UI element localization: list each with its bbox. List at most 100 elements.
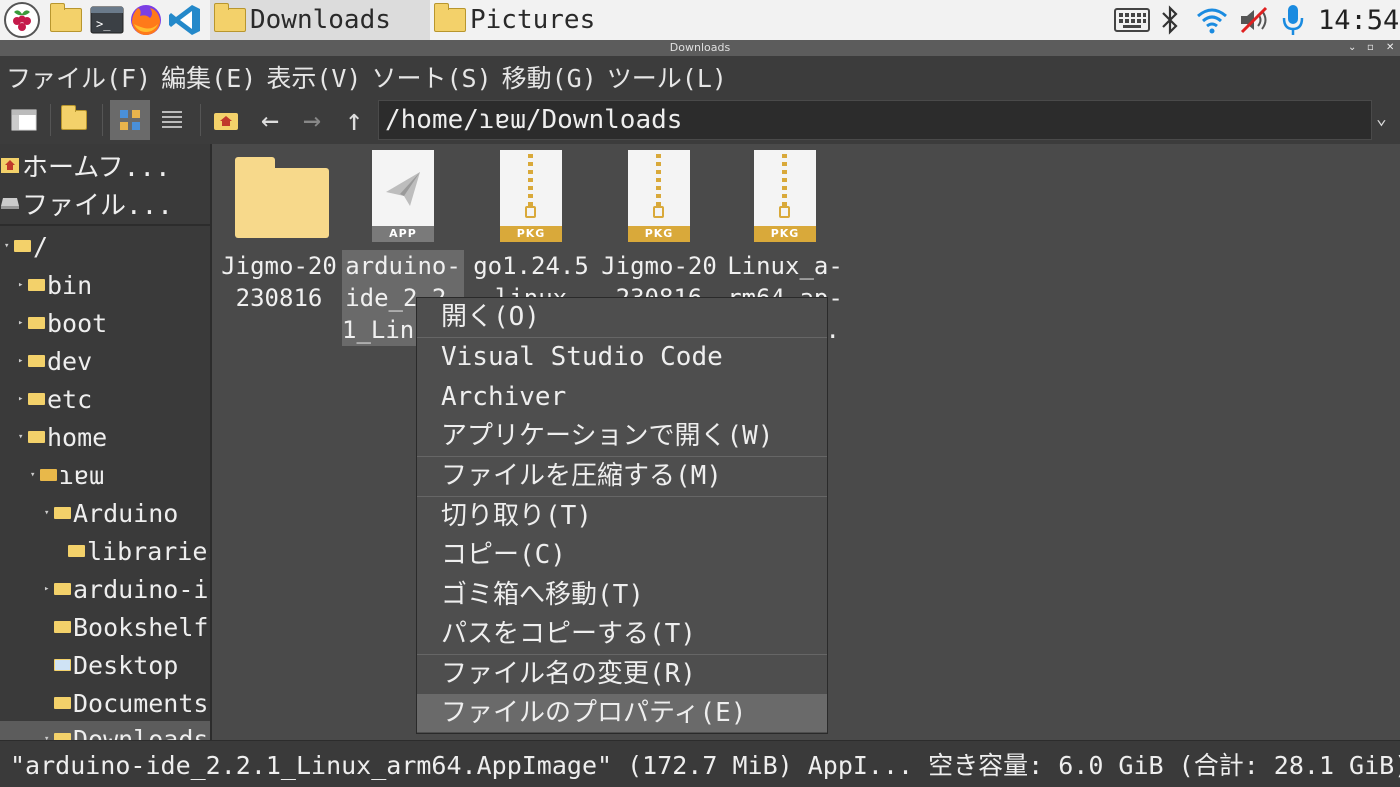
menu-edit[interactable]: 編集(E) [161,59,256,95]
folder-icon [54,507,71,519]
menubar: ファイル(F) 編集(E) 表示(V) ソート(S) 移動(G) ツール(L) [0,56,1400,98]
arrow-up-icon: ↑ [344,102,364,138]
file-manager-launcher[interactable] [50,0,86,40]
tree-item-dev[interactable]: ▸ dev [18,343,92,379]
chevron-down-icon[interactable]: ▾ [18,432,27,442]
tree-label: Documents [73,688,209,718]
ctx-open[interactable]: 開く(O) [417,298,827,336]
new-folder-button[interactable] [56,100,96,140]
path-input[interactable]: /home/ɿɐɯ/Downloads [378,100,1372,140]
keyboard-icon [1114,8,1150,32]
ctx-copy-path[interactable]: パスをコピーする(T) [417,615,827,653]
tree-item-bookshelf[interactable]: Bookshelf [44,609,208,645]
tree-item-documents[interactable]: Documents [44,685,208,721]
ctx-open-archiver[interactable]: Archiver [417,378,827,416]
menu-go[interactable]: 移動(G) [502,59,597,95]
home-folder-icon [40,469,57,481]
raspberry-menu-button[interactable] [4,0,40,40]
clock[interactable]: 14:54 [1318,0,1399,40]
ctx-open-with[interactable]: アプリケーションで開く(W) [417,417,827,455]
maximize-button[interactable]: ▫ [1367,40,1374,56]
ctx-copy[interactable]: コピー(C) [417,536,827,574]
icon-view-button[interactable] [110,100,150,140]
folder-icon [434,3,466,32]
folder-icon [50,3,82,32]
chevron-right-icon[interactable]: ▸ [18,280,27,290]
folder-icon [214,3,246,32]
icon-view-icon [120,110,140,130]
tree-item-libraries[interactable]: libraries [58,533,212,569]
folder-icon [28,317,45,329]
chevron-right-icon[interactable]: ▸ [44,584,53,594]
folder-icon [28,431,45,443]
chevron-right-icon[interactable]: ▸ [18,318,27,328]
desktop-folder-icon [54,659,71,671]
ctx-move-to-trash[interactable]: ゴミ箱へ移動(T) [417,576,827,614]
ctx-properties[interactable]: ファイルのプロパティ(E) [417,694,827,732]
tree-label: Arduino [73,498,179,528]
terminal-launcher[interactable]: >_ [90,0,124,40]
firefox-launcher[interactable] [128,0,164,40]
tree-label: boot [47,308,108,338]
ctx-cut[interactable]: 切り取り(T) [417,497,827,535]
chevron-right-icon[interactable]: ▸ [18,394,27,404]
ctx-compress[interactable]: ファイルを圧縮する(M) [417,457,827,495]
sidebar-place-home[interactable]: ホームフ... [0,146,210,184]
firefox-icon [131,5,161,36]
file-badge: PKG [628,226,690,242]
bluetooth-tray-button[interactable] [1160,0,1180,40]
window-titlebar[interactable]: Downloads ⌄ ▫ ✕ [0,40,1400,56]
chevron-down-icon[interactable]: ▾ [4,241,13,251]
tree-label: arduino-ide [73,574,210,604]
forward-button[interactable]: → [292,100,332,140]
back-button[interactable]: ← [250,100,290,140]
menu-file[interactable]: ファイル(F) [6,59,151,95]
volume-tray-button[interactable] [1238,0,1272,40]
list-view-icon [162,111,182,128]
folder-icon [28,279,45,291]
vscode-launcher[interactable] [168,0,202,40]
tree-item-desktop[interactable]: Desktop [44,647,178,683]
tree-label: libraries [87,536,212,566]
wifi-tray-button[interactable] [1196,0,1228,40]
tree-item-arduino[interactable]: ▾ Arduino [44,495,178,531]
menu-tools[interactable]: ツール(L) [607,59,727,95]
tree-item-boot[interactable]: ▸ boot [18,305,107,341]
menu-sort[interactable]: ソート(S) [371,59,491,95]
minimize-button[interactable]: ⌄ [1348,40,1356,56]
close-button[interactable]: ✕ [1386,40,1394,56]
tree-item-root[interactable]: ▾ / [4,228,48,264]
menu-view[interactable]: 表示(V) [266,59,361,95]
microphone-tray-button[interactable] [1282,0,1304,40]
context-menu: 開く(O) Visual Studio Code Archiver アプリケーシ… [416,297,828,734]
sidebar-place-filesystem[interactable]: ファイル... [0,184,210,222]
arrow-left-icon: ← [260,102,280,138]
tree-item-downloads[interactable]: ▾ Downloads [0,721,210,740]
folder-icon [54,583,71,595]
tree-item-arduino-ide[interactable]: ▸ arduino-ide [44,571,210,607]
keyboard-tray-button[interactable] [1114,0,1150,40]
arrow-right-icon: → [302,102,322,138]
chevron-down-icon[interactable]: ▾ [44,508,53,518]
tree-item-home[interactable]: ▾ home [18,419,107,455]
path-history-dropdown[interactable]: ⌄ [1376,108,1387,129]
home-button[interactable] [206,100,246,140]
tree-item-user[interactable]: ▾ ɿɐɯ [30,457,104,493]
tree-item-bin[interactable]: ▸ bin [18,267,92,303]
ctx-open-vscode[interactable]: Visual Studio Code [417,338,827,376]
list-view-button[interactable] [152,100,192,140]
tree-item-etc[interactable]: ▸ etc [18,381,92,417]
package-icon: PKG [598,150,720,248]
new-window-icon [11,109,37,131]
task-pictures[interactable]: Pictures [432,0,652,40]
window-title: Downloads [669,41,731,54]
up-button[interactable]: ↑ [334,100,374,140]
sidebar: ホームフ... ファイル... ▾ / ▸ bin ▸ boot ▸ dev ▸… [0,144,212,740]
chevron-down-icon[interactable]: ▾ [30,470,39,480]
ctx-rename[interactable]: ファイル名の変更(R) [417,655,827,693]
task-downloads[interactable]: Downloads [210,0,430,40]
sidebar-place-label: ホームフ... [22,152,171,183]
chevron-right-icon[interactable]: ▸ [18,356,27,366]
new-window-button[interactable] [4,100,44,140]
home-icon [1,158,19,173]
